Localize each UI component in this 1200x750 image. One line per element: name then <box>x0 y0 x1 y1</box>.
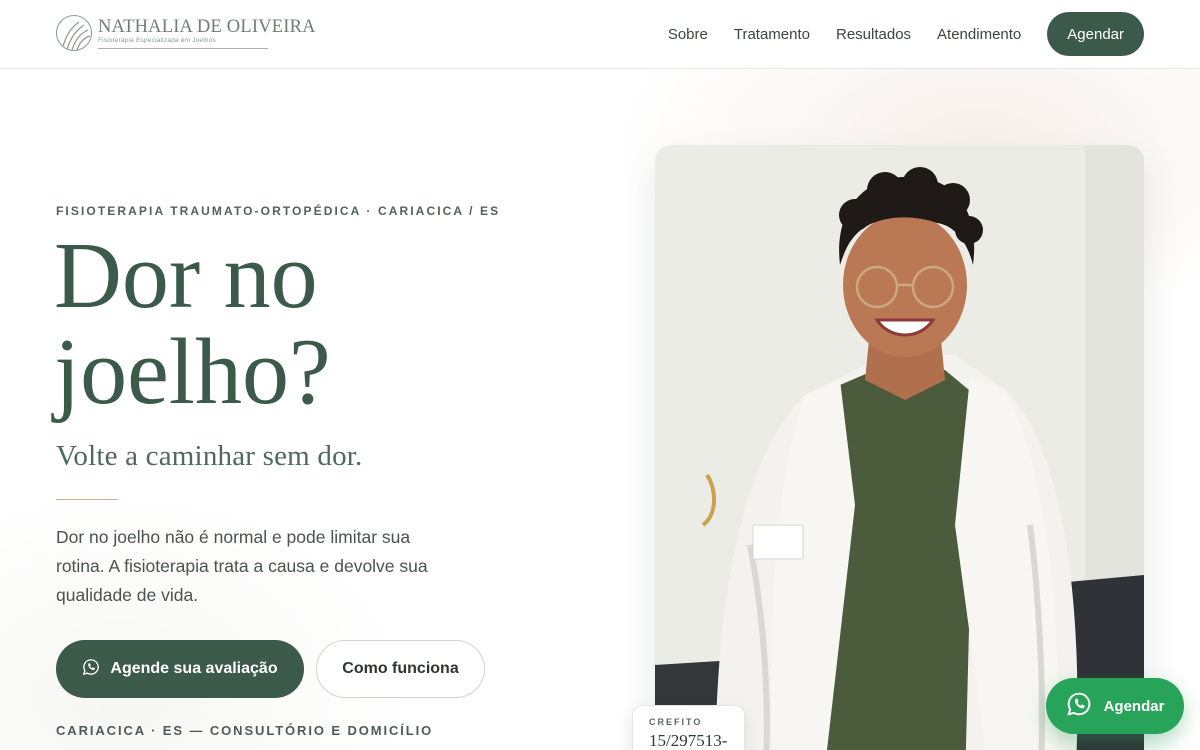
headline-line-1: Dor no <box>54 224 318 328</box>
hero-eyebrow: FISIOTERAPIA TRAUMATO-ORTOPÉDICA · CARIA… <box>56 204 501 218</box>
brand-logo[interactable]: NATHALIA DE OLIVEIRA Fisioterapia Especi… <box>56 15 316 51</box>
service-location: CARIACICA · ES — CONSULTÓRIO E DOMICÍLIO <box>56 723 434 738</box>
nav-link-resultados[interactable]: Resultados <box>836 26 911 43</box>
site-header: NATHALIA DE OLIVEIRA Fisioterapia Especi… <box>0 0 1200 69</box>
nav-link-sobre[interactable]: Sobre <box>668 26 708 43</box>
hero-headline: Dor no joelho? <box>54 228 534 420</box>
floating-agendar-label: Agendar <box>1103 697 1165 715</box>
crefito-number: 15/297513-F <box>649 731 728 750</box>
physiotherapist-photo <box>655 145 1144 750</box>
whatsapp-icon <box>82 658 100 681</box>
schedule-evaluation-label: Agende sua avaliação <box>110 660 278 677</box>
headline-line-2: joelho? <box>54 320 331 424</box>
whatsapp-icon <box>1066 691 1092 721</box>
nav-link-tratamento[interactable]: Tratamento <box>734 26 810 43</box>
crefito-card: CREFITO 15/297513-F <box>632 705 745 750</box>
hero-subheadline: Volte a caminhar sem dor. <box>56 440 363 472</box>
floating-whatsapp-button[interactable]: Agendar <box>1046 678 1184 734</box>
landing-page: NATHALIA DE OLIVEIRA Fisioterapia Especi… <box>0 0 1200 750</box>
brand-name: NATHALIA DE OLIVEIRA <box>98 17 316 37</box>
logo-knee-mark-icon <box>56 15 92 51</box>
brand-text: NATHALIA DE OLIVEIRA Fisioterapia Especi… <box>98 17 316 49</box>
nav-link-atendimento[interactable]: Atendimento <box>937 26 1021 43</box>
how-it-works-button[interactable]: Como funciona <box>316 640 485 698</box>
brand-tagline: Fisioterapia Especializada em Joelhos <box>98 37 268 49</box>
header-agendar-button[interactable]: Agendar <box>1047 12 1144 56</box>
main-nav: Sobre Tratamento Resultados Atendimento … <box>642 12 1144 56</box>
portrait-illustration <box>655 145 1144 750</box>
accent-divider <box>56 499 118 500</box>
schedule-evaluation-button[interactable]: Agende sua avaliação <box>56 640 304 698</box>
crefito-label: CREFITO <box>649 717 703 727</box>
hero-description: Dor no joelho não é normal e pode limita… <box>56 527 428 605</box>
